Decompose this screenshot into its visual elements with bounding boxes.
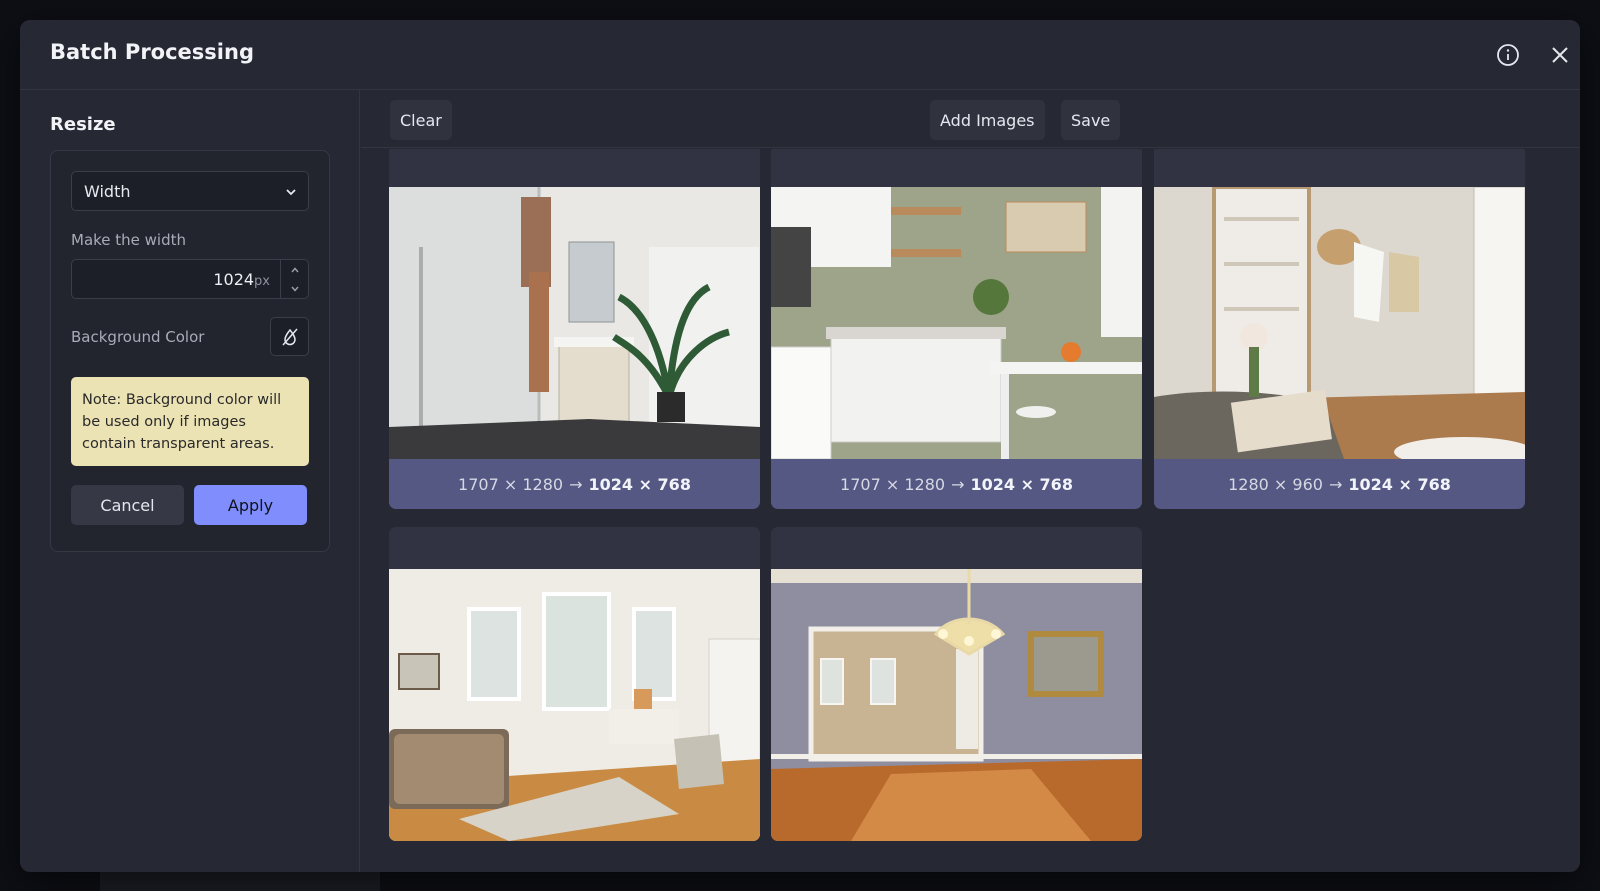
width-stepper xyxy=(280,260,308,298)
card-header xyxy=(389,149,760,187)
clear-button[interactable]: Clear xyxy=(390,100,452,140)
arrow-right-icon: → xyxy=(569,474,583,494)
arrow-right-icon: → xyxy=(951,474,965,494)
batch-processing-dialog: Batch Processing Resize Width Make the w… xyxy=(20,20,1580,872)
image-area: Clear Add Images Save 1707 × 1280 → 1024… xyxy=(361,90,1580,872)
close-icon[interactable] xyxy=(1547,42,1573,68)
image-thumbnail xyxy=(771,187,1142,459)
dialog-header: Batch Processing xyxy=(20,20,1580,90)
background-color-picker-button[interactable] xyxy=(270,317,309,356)
card-header xyxy=(389,527,760,569)
image-thumbnail xyxy=(771,569,1142,841)
background-color-label: Background Color xyxy=(71,328,205,346)
dialog-title: Batch Processing xyxy=(50,40,254,64)
original-size: 1707 × 1280 xyxy=(458,474,564,494)
width-value-display: 1024px xyxy=(213,270,270,289)
resize-mode-value: Width xyxy=(84,181,131,201)
add-images-button[interactable]: Add Images xyxy=(930,100,1045,140)
width-value: 1024 xyxy=(213,270,255,289)
image-dimensions: 1707 × 1280 → 1024 × 768 xyxy=(389,459,760,509)
cancel-button[interactable]: Cancel xyxy=(71,485,184,525)
image-thumbnail xyxy=(1154,187,1525,459)
info-circle-icon[interactable] xyxy=(1495,42,1521,68)
settings-sidebar: Resize Width Make the width 1024px Backg… xyxy=(20,90,360,872)
width-input[interactable]: 1024px xyxy=(71,259,309,299)
resize-panel: Width Make the width 1024px Background C… xyxy=(50,150,330,552)
no-color-icon xyxy=(281,328,298,345)
card-header xyxy=(771,149,1142,187)
width-label: Make the width xyxy=(71,231,187,249)
apply-button[interactable]: Apply xyxy=(194,485,307,525)
image-thumbnail xyxy=(389,187,760,459)
card-header xyxy=(771,527,1142,569)
image-card[interactable]: 1707 × 1280 → 1024 × 768 xyxy=(389,149,760,509)
chevron-down-icon xyxy=(284,184,298,203)
card-header xyxy=(1154,149,1525,187)
image-card[interactable]: 1280 × 960 → 1024 × 768 xyxy=(1154,149,1525,509)
image-card[interactable]: 1707 × 1280 → 1024 × 768 xyxy=(771,149,1142,509)
result-size: 1024 × 768 xyxy=(1348,474,1451,494)
save-button[interactable]: Save xyxy=(1061,100,1121,140)
image-grid: 1707 × 1280 → 1024 × 768 1707 × 1280 → 1… xyxy=(361,149,1580,872)
image-toolbar: Clear Add Images Save xyxy=(361,90,1580,148)
original-size: 1280 × 960 xyxy=(1228,474,1323,494)
increment-button[interactable] xyxy=(281,260,308,279)
image-thumbnail xyxy=(389,569,760,841)
image-card[interactable] xyxy=(771,527,1142,841)
arrow-right-icon: → xyxy=(1328,474,1343,494)
decrement-button[interactable] xyxy=(281,279,308,298)
result-size: 1024 × 768 xyxy=(970,474,1073,494)
image-dimensions: 1707 × 1280 → 1024 × 768 xyxy=(771,459,1142,509)
section-title: Resize xyxy=(50,114,116,135)
image-card[interactable] xyxy=(389,527,760,841)
image-dimensions: 1280 × 960 → 1024 × 768 xyxy=(1154,459,1525,509)
transparency-note: Note: Background color will be used only… xyxy=(71,377,309,466)
width-unit: px xyxy=(254,274,270,289)
resize-mode-select[interactable]: Width xyxy=(71,171,309,211)
original-size: 1707 × 1280 xyxy=(840,474,946,494)
result-size: 1024 × 768 xyxy=(588,474,691,494)
